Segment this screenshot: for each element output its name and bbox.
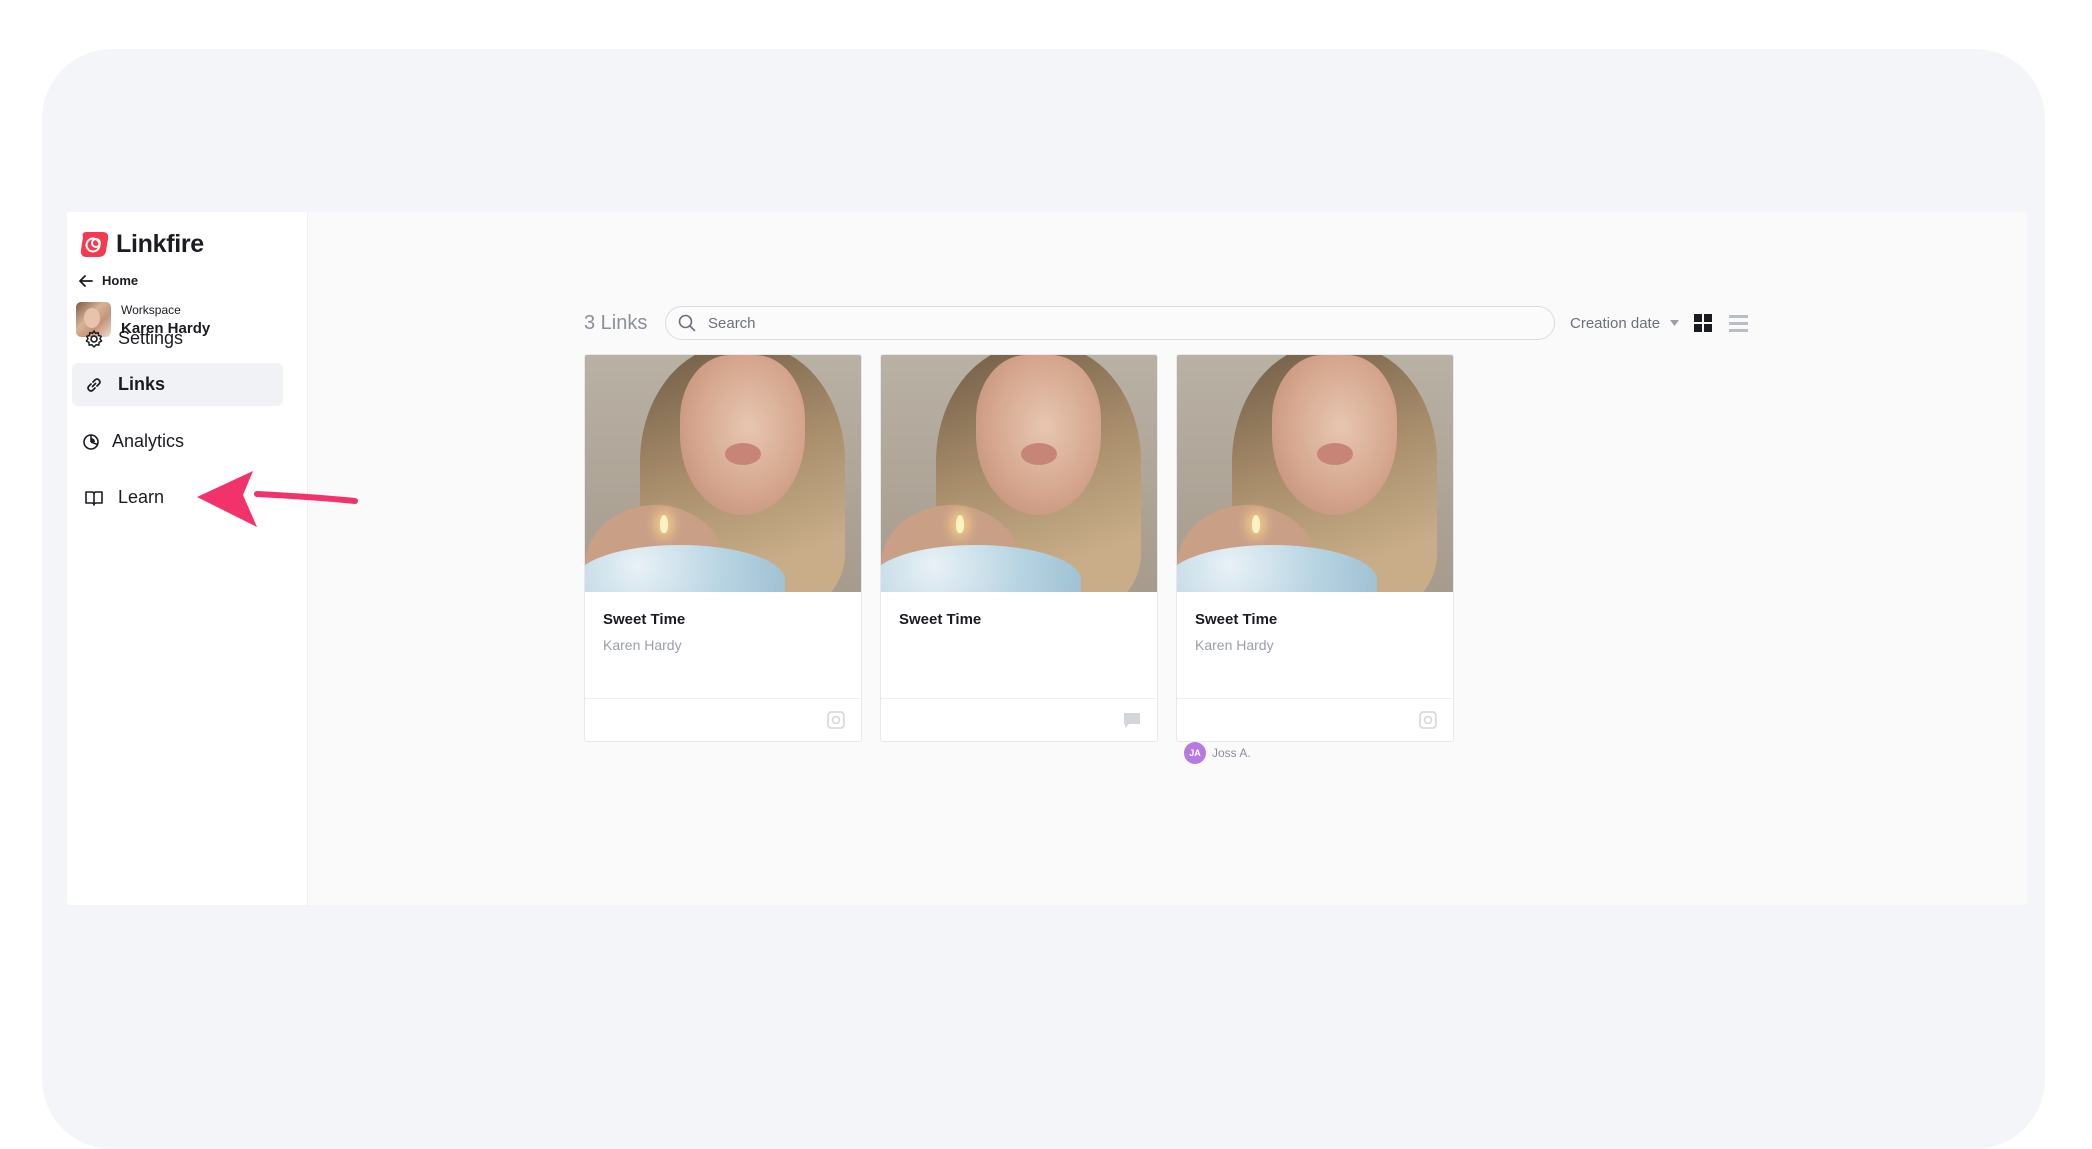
grid-view-icon[interactable] <box>1694 314 1713 332</box>
card-title: Sweet Time <box>603 611 686 628</box>
link-card[interactable]: Sweet Time Karen Hardy <box>1176 354 1454 742</box>
gear-icon <box>85 329 103 348</box>
brand-logo[interactable]: Linkfire <box>79 230 204 259</box>
sidebar: Linkfire Home Workspace Karen Hardy Sett… <box>67 212 308 905</box>
links-toolbar: 3 Links Creation date <box>584 305 1762 341</box>
comment-icon[interactable] <box>1123 711 1141 729</box>
search-box[interactable] <box>665 306 1555 340</box>
links-count: 3 Links <box>584 311 648 334</box>
sidebar-item-settings[interactable]: Settings <box>72 317 283 360</box>
arrow-left-icon <box>79 274 93 287</box>
back-home-link[interactable]: Home <box>79 273 138 288</box>
status-icon[interactable] <box>1419 711 1437 729</box>
caret-down-icon <box>1670 320 1680 326</box>
annotation-arrow-icon <box>197 471 358 527</box>
sidebar-item-label: Settings <box>118 328 184 348</box>
card-footer <box>1177 698 1453 741</box>
card-contributor: JA Joss A. <box>1184 742 1251 764</box>
list-view-icon[interactable] <box>1729 314 1749 332</box>
brand-name: Linkfire <box>116 230 204 258</box>
sort-label: Creation date <box>1570 314 1661 332</box>
card-title: Sweet Time <box>899 611 982 628</box>
search-icon <box>678 314 696 332</box>
sidebar-item-label: Analytics <box>112 431 185 451</box>
search-input[interactable] <box>708 314 1528 332</box>
pie-chart-icon <box>83 433 99 450</box>
sidebar-item-analytics[interactable]: Analytics <box>72 420 283 463</box>
artwork-image <box>881 355 1157 592</box>
sidebar-item-links[interactable]: Links <box>72 363 283 406</box>
workspace-label: Workspace <box>121 302 181 317</box>
sidebar-item-label: Learn <box>118 487 165 507</box>
book-icon <box>85 490 103 506</box>
app-window: Linkfire Home Workspace Karen Hardy Sett… <box>67 212 2027 905</box>
sidebar-item-label: Links <box>118 374 166 394</box>
link-icon <box>87 377 101 392</box>
artwork-image <box>585 355 861 592</box>
linkfire-logo-icon <box>80 232 109 257</box>
status-icon[interactable] <box>827 711 845 729</box>
card-footer <box>585 698 861 741</box>
contributor-avatar: JA <box>1184 742 1206 764</box>
card-artist: Karen Hardy <box>603 637 682 653</box>
contributor-name: Joss A. <box>1212 746 1251 760</box>
main-content: 3 Links Creation date Sweet Time Karen H… <box>308 212 2027 905</box>
card-footer <box>881 698 1157 741</box>
card-artist: Karen Hardy <box>1195 637 1274 653</box>
back-home-label: Home <box>102 273 139 288</box>
sort-dropdown[interactable]: Creation date <box>1570 314 1680 332</box>
link-card[interactable]: Sweet Time Karen Hardy <box>584 354 862 742</box>
link-card[interactable]: Sweet Time <box>880 354 1158 742</box>
artwork-image <box>1177 355 1453 592</box>
card-title: Sweet Time <box>1195 611 1278 628</box>
